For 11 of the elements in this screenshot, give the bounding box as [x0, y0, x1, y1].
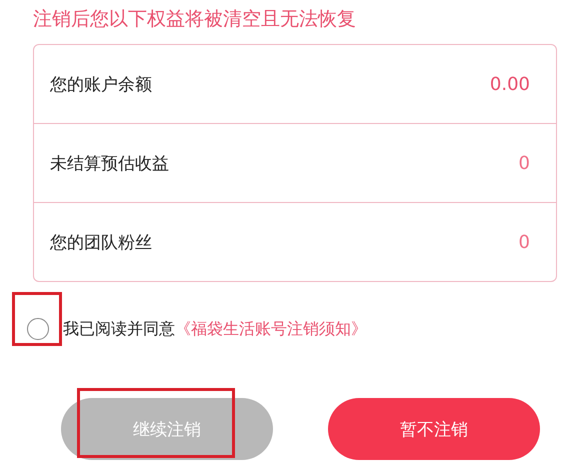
benefit-label: 未结算预估收益 [50, 152, 169, 174]
terms-link[interactable]: 《福袋生活账号注销须知》 [175, 318, 367, 340]
benefit-label: 您的账户余额 [50, 74, 152, 96]
benefit-value: 0.00 [490, 74, 530, 94]
cancel-button[interactable]: 暂不注销 [328, 398, 540, 460]
benefit-value: 0 [518, 152, 530, 174]
agree-checkbox[interactable] [27, 318, 49, 340]
benefit-value: 0 [518, 232, 530, 252]
warning-heading: 注销后您以下权益将被清空且无法恢复 [33, 7, 357, 32]
benefit-label: 您的团队粉丝 [50, 232, 152, 254]
agree-text: 我已阅读并同意 [63, 318, 175, 340]
